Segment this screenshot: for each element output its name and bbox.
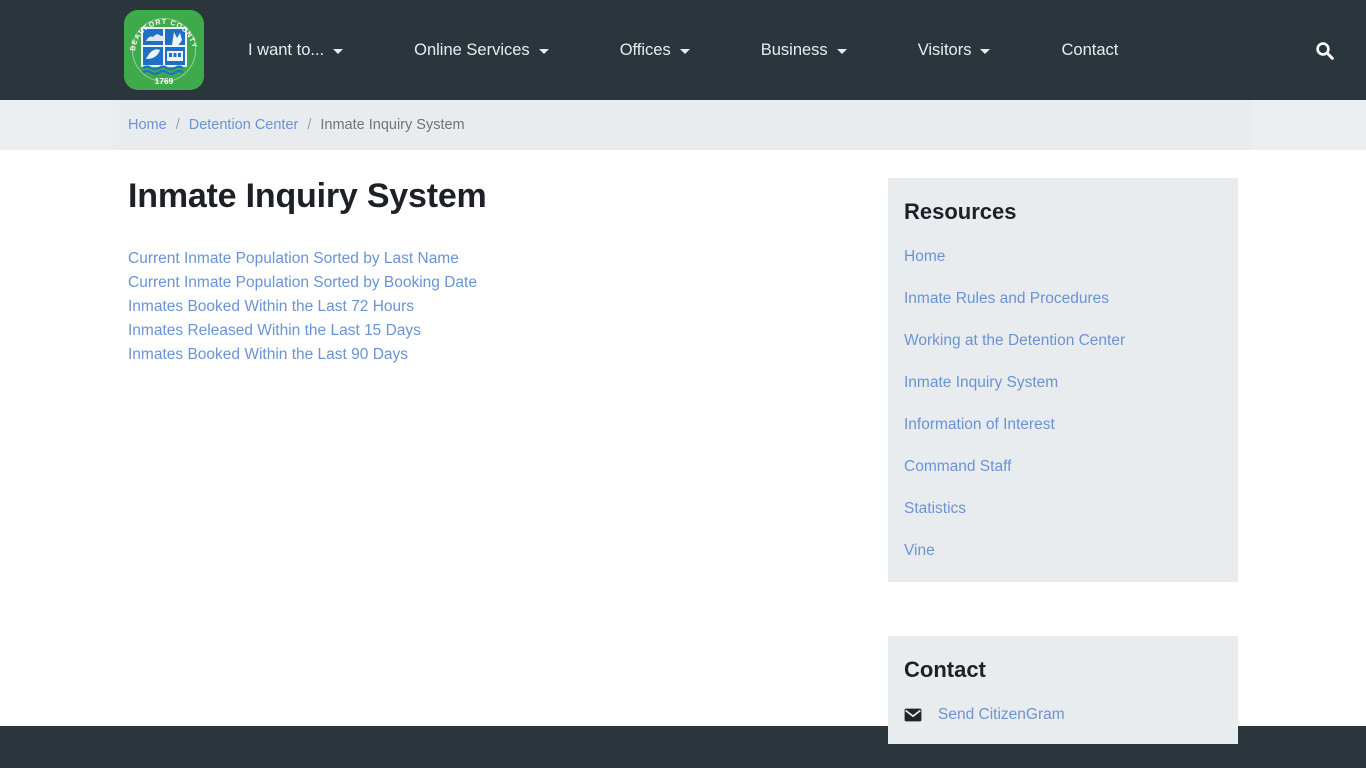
breadcrumb-bar: Home / Detention Center / Inmate Inquiry… [0,100,1366,150]
nav-label: Online Services [414,40,530,59]
site-header: BEAUFORT COUNTY SOUTH CAROLINA 1769 I wa… [0,0,1366,100]
list-item: Command Staff [904,458,1222,476]
main-navigation: I want to... Online Services Offices Bus… [204,34,1366,67]
chevron-down-icon [538,48,549,54]
sidebar-link-command-staff[interactable]: Command Staff [904,458,1011,475]
list-item: Home [904,248,1222,266]
sidebar-link-information-of-interest[interactable]: Information of Interest [904,416,1055,433]
contact-row: Send CitizenGram [904,706,1222,724]
nav-label: Offices [619,40,671,59]
list-item: Working at the Detention Center [904,332,1222,350]
nav-label: I want to... [248,40,325,59]
breadcrumb: Home / Detention Center / Inmate Inquiry… [128,117,465,133]
list-item: Inmates Booked Within the Last 90 Days [128,343,858,367]
list-item: Inmates Released Within the Last 15 Days [128,319,858,343]
list-item: Current Inmate Population Sorted by Last… [128,247,858,271]
breadcrumb-item-home: Home [128,117,167,133]
link-current-population-booking-date[interactable]: Current Inmate Population Sorted by Book… [128,274,477,291]
sidebar-link-inmate-inquiry-system[interactable]: Inmate Inquiry System [904,374,1058,391]
list-item: Information of Interest [904,416,1222,434]
link-booked-last-72-hours[interactable]: Inmates Booked Within the Last 72 Hours [128,298,414,315]
sidebar-link-working-at-the-detention-center[interactable]: Working at the Detention Center [904,332,1125,349]
chevron-down-icon [333,48,344,54]
breadcrumb-container: Home / Detention Center / Inmate Inquiry… [113,100,1253,150]
list-item: Inmate Inquiry System [904,374,1222,392]
list-item: Current Inmate Population Sorted by Book… [128,271,858,295]
list-item: Inmates Booked Within the Last 72 Hours [128,295,858,319]
contact-card-title: Contact [904,657,986,683]
chevron-down-icon [836,48,847,54]
nav-item-business[interactable]: Business [761,34,847,67]
chevron-down-icon [679,48,690,54]
nav-item-i-want-to[interactable]: I want to... [248,34,344,67]
breadcrumb-link-detention-center[interactable]: Detention Center [189,117,299,133]
contact-card: Contact Send CitizenGram [888,636,1238,745]
sidebar-link-statistics[interactable]: Statistics [904,500,966,517]
link-released-last-15-days[interactable]: Inmates Released Within the Last 15 Days [128,322,421,339]
nav-item-contact[interactable]: Contact [1061,34,1118,67]
resources-links: Home Inmate Rules and Procedures Working… [904,248,1222,560]
breadcrumb-item-detention-center: Detention Center [189,117,299,133]
search-icon [1315,41,1334,60]
envelope-icon [904,708,922,722]
sidebar: Resources Home Inmate Rules and Procedur… [873,178,1253,745]
link-booked-last-90-days[interactable]: Inmates Booked Within the Last 90 Days [128,346,408,363]
sidebar-link-vine[interactable]: Vine [904,542,935,559]
content-container: Inmate Inquiry System Current Inmate Pop… [113,150,1253,745]
main-content: Inmate Inquiry System Current Inmate Pop… [113,177,873,744]
resources-card-title: Resources [904,199,1017,224]
sidebar-link-inmate-rules-and-procedures[interactable]: Inmate Rules and Procedures [904,290,1109,307]
page-title: Inmate Inquiry System [128,177,487,215]
page-body: Inmate Inquiry System Current Inmate Pop… [0,150,1366,745]
county-seal-logo[interactable]: BEAUFORT COUNTY SOUTH CAROLINA 1769 [124,10,204,90]
list-item: Statistics [904,500,1222,518]
seal-year-text: 1769 [155,76,174,86]
nav-label: Contact [1061,40,1119,59]
resources-card: Resources Home Inmate Rules and Procedur… [888,178,1238,583]
breadcrumb-separator: / [175,117,180,133]
nav-item-online-services[interactable]: Online Services [414,34,549,67]
breadcrumb-item-current: Inmate Inquiry System [320,117,465,133]
nav-item-offices[interactable]: Offices [620,34,690,67]
search-button[interactable] [1282,41,1366,60]
nav-label: Visitors [917,40,972,59]
nav-item-visitors[interactable]: Visitors [918,34,991,67]
nav-label: Business [760,40,828,59]
breadcrumb-separator: / [307,117,312,133]
link-current-population-last-name[interactable]: Current Inmate Population Sorted by Last… [128,250,459,267]
inmate-report-links: Current Inmate Population Sorted by Last… [128,247,858,367]
list-item: Inmate Rules and Procedures [904,290,1222,308]
breadcrumb-link-home[interactable]: Home [128,117,167,133]
chevron-down-icon [980,48,991,54]
sidebar-link-home[interactable]: Home [904,248,945,265]
list-item: Vine [904,542,1222,560]
send-citizengram-link[interactable]: Send CitizenGram [938,706,1065,724]
county-seal-icon: BEAUFORT COUNTY SOUTH CAROLINA 1769 [124,10,204,90]
